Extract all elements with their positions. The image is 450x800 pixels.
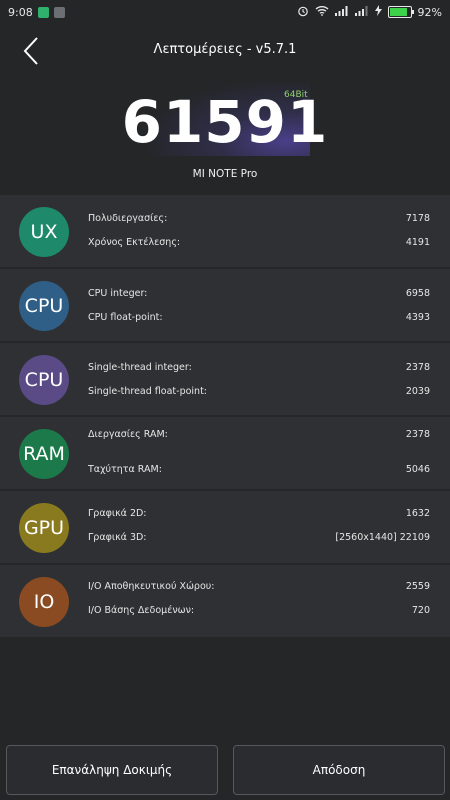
category-badge: IO [19,577,69,627]
app-notification-icon-2 [53,6,65,18]
charging-icon [374,5,382,19]
device-name: MI NOTE Pro [192,168,258,180]
status-bar: 9:08 92% [0,0,450,24]
category-badge: CPU [19,355,69,405]
bit-label: 64Bit [284,90,308,100]
status-icons: 92% [297,0,442,24]
score-value: 5046 [405,464,430,475]
score-label: Χρόνος Εκτέλεσης: [88,237,181,248]
score-line: Γραφικά 2D: 1632 [88,508,430,524]
score-value: 4191 [405,237,430,248]
score-list: UX Πολυδιεργασίες: 7178 Χρόνος Εκτέλεσης… [0,195,450,639]
score-line: Διεργασίες RAM: 2378 [88,429,430,445]
score-line: I/O Βάσης Δεδομένων: 720 [88,605,430,621]
category-badge: UX [19,207,69,257]
score-label: CPU integer: [88,288,148,299]
score-label: Διεργασίες RAM: [88,429,168,440]
score-label: Γραφικά 2D: [88,508,147,519]
score-value: 4393 [405,312,430,323]
score-value: 6958 [405,288,430,299]
score-value: 2378 [405,429,430,440]
category-badge: CPU [19,281,69,331]
score-line: CPU integer: 6958 [88,288,430,304]
score-value: [2560x1440] 22109 [335,532,430,543]
score-value: 1632 [405,508,430,519]
score-label: Single-thread float-point: [88,386,207,397]
category-row-cpu-single[interactable]: CPU Single-thread integer: 2378 Single-t… [0,343,450,417]
score-line: CPU float-point: 4393 [88,312,430,328]
category-row-cpu[interactable]: CPU CPU integer: 6958 CPU float-point: 4… [0,269,450,343]
score-label: Πολυδιεργασίες: [88,213,168,224]
category-badge: RAM [19,429,69,479]
score-value: 2039 [405,386,430,397]
retest-button[interactable]: Επανάληψη Δοκιμής [6,745,218,795]
score-label: I/O Αποθηκευτικού Χώρου: [88,581,215,592]
page-title: Λεπτομέρειες - v5.7.1 [153,42,297,57]
category-row-ram[interactable]: RAM Διεργασίες RAM: 2378 Ταχύτητα RAM: 5… [0,417,450,491]
score-value: 2378 [405,362,430,373]
alarm-icon [297,5,309,20]
battery-percent: 92% [417,5,442,19]
signal-icon-2 [354,5,369,19]
score-label: I/O Βάσης Δεδομένων: [88,605,195,616]
score-line: Χρόνος Εκτέλεσης: 4191 [88,237,430,253]
wifi-icon [315,5,329,19]
score-line: Γραφικά 3D: [2560x1440] 22109 [88,532,430,548]
category-row-io[interactable]: IO I/O Αποθηκευτικού Χώρου: 2559 I/O Βάσ… [0,565,450,639]
app-notification-icon [37,6,49,18]
score-line: Ταχύτητα RAM: 5046 [88,464,430,480]
score-value: 2559 [405,581,430,592]
score-label: Single-thread integer: [88,362,192,373]
battery-icon [387,6,414,18]
score-label: Γραφικά 3D: [88,532,147,543]
score-value: 7178 [405,213,430,224]
performance-button[interactable]: Απόδοση [233,745,445,795]
score-label: Ταχύτητα RAM: [88,464,162,475]
total-score: 61591 [121,88,329,156]
score-line: Πολυδιεργασίες: 7178 [88,213,430,229]
score-value: 720 [411,605,430,616]
score-label: CPU float-point: [88,312,163,323]
category-badge: GPU [19,503,69,553]
category-row-gpu[interactable]: GPU Γραφικά 2D: 1632 Γραφικά 3D: [2560x1… [0,491,450,565]
signal-icon [334,5,349,19]
score-line: I/O Αποθηκευτικού Χώρου: 2559 [88,581,430,597]
header: Λεπτομέρειες - v5.7.1 [0,28,450,74]
category-row-ux[interactable]: UX Πολυδιεργασίες: 7178 Χρόνος Εκτέλεσης… [0,195,450,269]
score-line: Single-thread float-point: 2039 [88,386,430,402]
score-line: Single-thread integer: 2378 [88,362,430,378]
status-time: 9:08 [8,5,33,19]
score-panel: 61591 64Bit MI NOTE Pro [0,82,450,182]
